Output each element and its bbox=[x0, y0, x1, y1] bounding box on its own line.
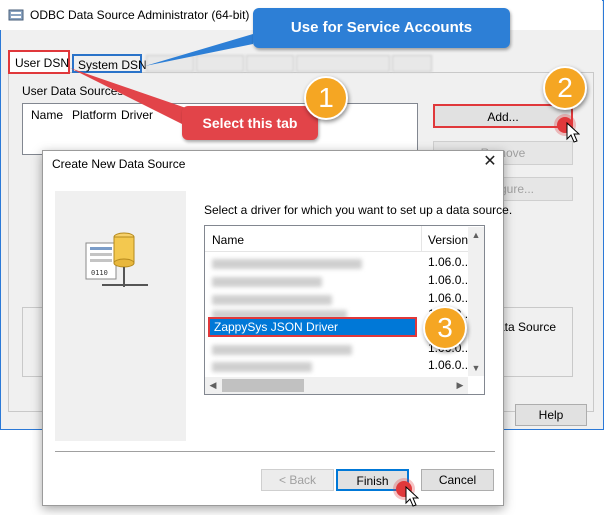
column-version[interactable]: Version bbox=[428, 233, 468, 247]
help-button[interactable]: Help bbox=[515, 404, 587, 426]
tab-blurred[interactable] bbox=[296, 55, 390, 72]
driver-version: 1.06.0... bbox=[428, 273, 472, 287]
tab-blurred[interactable] bbox=[392, 55, 432, 72]
step-2-badge: 2 bbox=[543, 66, 587, 110]
tab-blurred[interactable] bbox=[196, 55, 244, 72]
dialog-prompt: Select a driver for which you want to se… bbox=[204, 203, 513, 217]
step-1-badge: 1 bbox=[304, 76, 348, 120]
list-item[interactable] bbox=[212, 277, 322, 287]
list-item[interactable] bbox=[212, 362, 312, 372]
window-title: ODBC Data Source Administrator (64-bit) bbox=[30, 8, 250, 22]
scroll-down-icon[interactable]: ▼ bbox=[468, 361, 484, 375]
info-text: ata Source bbox=[498, 320, 557, 334]
column-driver-name[interactable]: Name bbox=[212, 233, 244, 247]
driver-version: 1.06.0... bbox=[428, 291, 472, 305]
column-name[interactable]: Name bbox=[31, 108, 63, 122]
list-item[interactable] bbox=[212, 295, 332, 305]
cancel-button[interactable]: Cancel bbox=[421, 469, 494, 491]
data-source-icon: 0110 bbox=[85, 232, 148, 287]
tab-blurred[interactable] bbox=[246, 55, 294, 72]
driver-version: 1.06.0... bbox=[428, 358, 472, 372]
column-separator bbox=[421, 226, 422, 252]
scroll-left-icon[interactable]: ◀ bbox=[205, 378, 221, 392]
tab-user-dsn[interactable]: User DSN bbox=[8, 50, 70, 74]
tab-system-dsn[interactable]: System DSN bbox=[72, 54, 147, 73]
add-button[interactable]: Add... bbox=[433, 104, 573, 128]
column-platform[interactable]: Platform bbox=[72, 108, 117, 122]
back-button[interactable]: < Back bbox=[261, 469, 334, 491]
list-item[interactable] bbox=[212, 345, 352, 355]
driver-row-selected[interactable]: ZappySys JSON Driver bbox=[208, 317, 417, 337]
callout-service-accounts: Use for Service Accounts bbox=[253, 8, 510, 48]
odbc-app-icon bbox=[8, 9, 24, 21]
step-3-badge: 3 bbox=[423, 306, 467, 350]
dialog-title: Create New Data Source bbox=[52, 157, 186, 171]
callout-select-tab: Select this tab bbox=[182, 106, 318, 140]
close-icon[interactable]: ✕ bbox=[482, 154, 498, 170]
mouse-cursor-icon bbox=[405, 486, 419, 507]
mouse-cursor-icon bbox=[566, 122, 580, 143]
dialog-separator bbox=[55, 451, 495, 452]
svg-text:0110: 0110 bbox=[91, 269, 108, 277]
list-item[interactable] bbox=[212, 259, 362, 269]
driver-list-vertical-scrollbar[interactable] bbox=[468, 227, 484, 376]
horizontal-scroll-thumb[interactable] bbox=[222, 379, 304, 392]
scroll-up-icon[interactable]: ▲ bbox=[468, 228, 484, 242]
column-driver[interactable]: Driver bbox=[121, 108, 153, 122]
user-data-sources-label: User Data Sources: bbox=[22, 84, 127, 98]
tab-blurred[interactable] bbox=[146, 55, 194, 72]
scroll-right-icon[interactable]: ▶ bbox=[452, 378, 468, 392]
driver-version: 1.06.0... bbox=[428, 255, 472, 269]
